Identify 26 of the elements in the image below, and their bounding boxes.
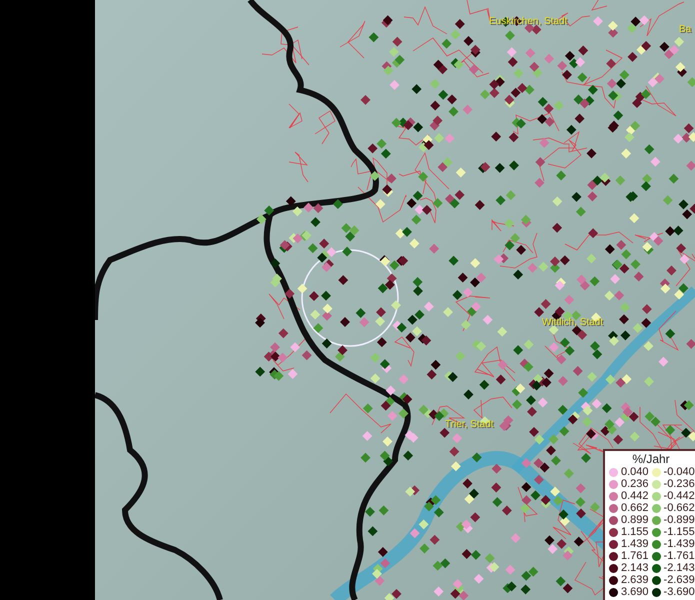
legend-label: 2.143 xyxy=(621,562,649,574)
legend-label: -0.236 xyxy=(664,478,695,490)
legend-label: 3.690 xyxy=(621,586,649,598)
legend-label: -0.442 xyxy=(664,490,695,502)
legend-label: -2.143 xyxy=(664,562,695,574)
legend-label: -3.690 xyxy=(664,586,695,598)
legend-label: 0.236 xyxy=(621,478,649,490)
legend-label: 0.662 xyxy=(621,502,649,514)
legend-title: %/Jahr xyxy=(631,452,671,466)
place-label: Wittlich, Stadt xyxy=(542,317,604,328)
legend-label: 1.155 xyxy=(621,526,649,538)
legend-label: 0.899 xyxy=(621,514,649,526)
legend-label: 1.761 xyxy=(621,550,649,562)
legend-label: -0.899 xyxy=(664,514,695,526)
legend-label: -0.040 xyxy=(664,466,695,478)
place-label: Ba xyxy=(679,24,692,35)
legend-label: -0.662 xyxy=(664,502,695,514)
legend-label: -1.439 xyxy=(664,538,695,550)
legend-label: -1.761 xyxy=(664,550,695,562)
legend-label: -1.155 xyxy=(664,526,695,538)
legend-label: -2.639 xyxy=(664,574,695,586)
legend-label: 1.439 xyxy=(621,538,649,550)
legend-label: 0.040 xyxy=(621,466,649,478)
place-label: Trier, Stadt xyxy=(445,419,494,430)
legend-label: 2.639 xyxy=(621,574,649,586)
legend-label: 0.442 xyxy=(621,490,649,502)
